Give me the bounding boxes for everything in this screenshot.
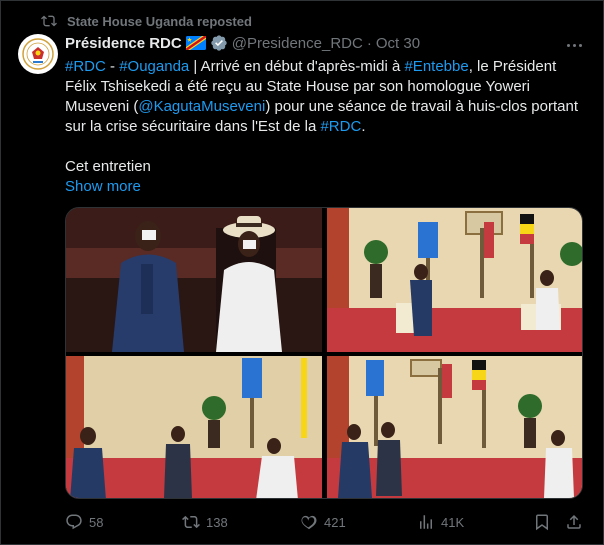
reply-count: 58 (89, 514, 104, 530)
mention-museveni[interactable]: @KagutaMuseveni (138, 98, 265, 115)
show-more-link[interactable]: Show more (65, 177, 141, 197)
reply-button[interactable]: 58 (65, 513, 103, 531)
photo-meeting-wide-1[interactable] (327, 208, 583, 352)
drc-presidency-seal-icon (22, 38, 54, 70)
like-count: 421 (324, 514, 346, 530)
drc-flag-icon (185, 36, 206, 50)
hashtag-entebbe[interactable]: #Entebbe (404, 58, 468, 75)
bookmark-button[interactable] (533, 513, 551, 531)
share-button[interactable] (565, 513, 583, 531)
more-options-icon[interactable] (563, 35, 585, 55)
photo-tshisekedi-museveni-standing[interactable] (66, 208, 322, 352)
view-count: 41K (441, 514, 465, 530)
separator-dot: · (366, 34, 372, 52)
like-button[interactable]: 421 (300, 513, 346, 531)
tweet-text-part-4: . (361, 118, 366, 135)
hashtag-rdc-end[interactable]: #RDC (320, 118, 361, 135)
retweet-count: 138 (206, 514, 228, 530)
retweet-button[interactable]: 138 (182, 513, 228, 531)
share-icon (567, 514, 581, 529)
action-bar: 58 138 421 41K (65, 513, 585, 533)
avatar[interactable] (18, 34, 58, 74)
photo-meeting-wide-2[interactable] (327, 356, 583, 499)
verified-badge-icon[interactable] (210, 34, 228, 52)
tweet-dash: - (105, 58, 120, 75)
tweet-text-part-1: | Arrivé en début d'après-midi à (189, 58, 405, 75)
repost-indicator[interactable]: State House Uganda reposted (41, 13, 252, 29)
hashtag-ouganda[interactable]: #Ouganda (119, 58, 189, 75)
tweet-card[interactable]: State House Uganda reposted Présidence R… (0, 0, 604, 545)
hashtag-rdc[interactable]: #RDC (65, 58, 106, 75)
photo-meeting-delegation[interactable] (66, 356, 322, 499)
views-chart-icon (420, 515, 432, 529)
tweet-second-paragraph: Cet entretien (65, 158, 151, 175)
reply-icon (66, 514, 82, 530)
author-name[interactable]: Présidence RDC (65, 35, 182, 52)
repost-text: State House Uganda reposted (67, 13, 252, 29)
retweet-icon (182, 515, 200, 529)
heart-icon (301, 515, 317, 530)
bookmark-icon (536, 514, 548, 531)
author-handle[interactable]: @Presidence_RDC (232, 35, 363, 52)
media-grid[interactable] (65, 207, 583, 499)
tweet-text: #RDC - #Ouganda | Arrivé en début d'aprè… (65, 57, 590, 137)
tweet-date[interactable]: Oct 30 (376, 35, 420, 52)
repost-icon (41, 15, 57, 27)
views-button[interactable]: 41K (417, 513, 464, 531)
